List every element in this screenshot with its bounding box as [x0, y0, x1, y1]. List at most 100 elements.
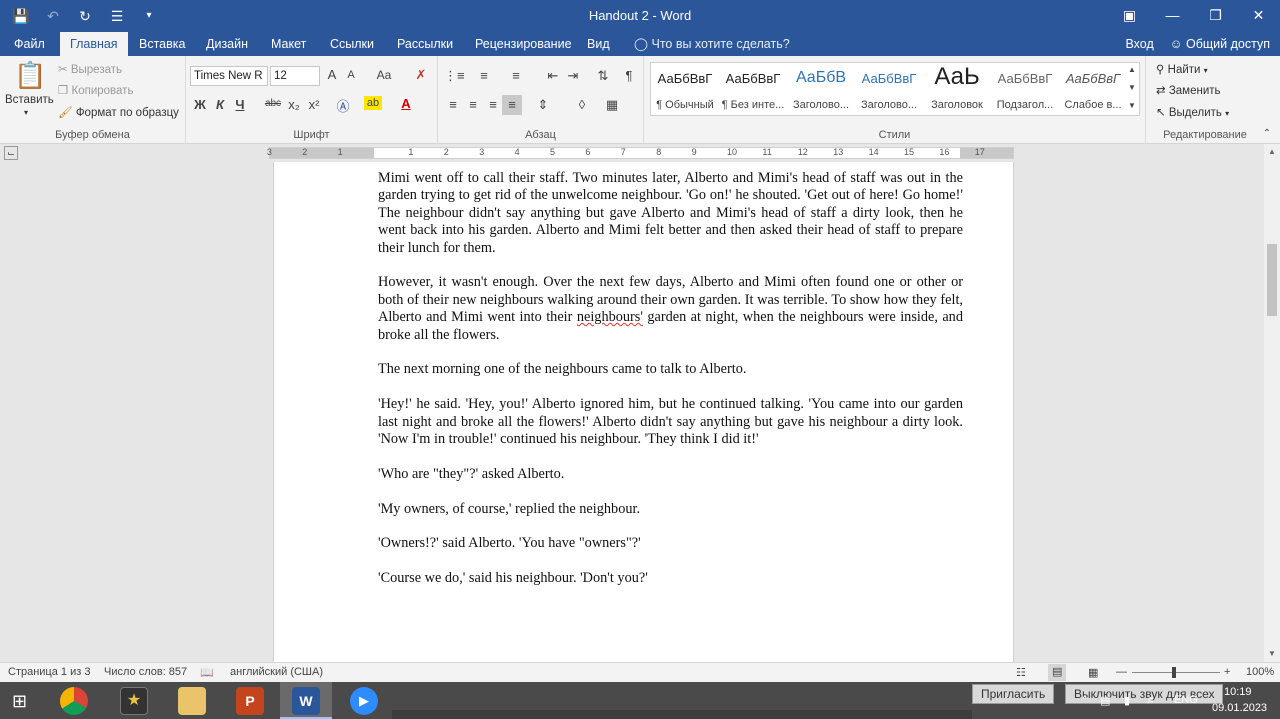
tab-layout[interactable]: Макет: [261, 32, 316, 56]
zoom-slider[interactable]: [1132, 672, 1220, 673]
tab-view[interactable]: Вид: [577, 32, 620, 56]
justify-icon[interactable]: ≡: [502, 95, 522, 115]
word-count[interactable]: Число слов: 857: [104, 666, 187, 678]
zoom-out-icon[interactable]: —: [1116, 666, 1127, 678]
subscript-button[interactable]: x₂: [286, 97, 302, 112]
paragraph[interactable]: However, it wasn't enough. Over the next…: [378, 274, 963, 344]
style-heading-1[interactable]: АаБбВ Заголово...: [787, 63, 855, 117]
grow-font-button[interactable]: A: [324, 67, 340, 82]
borders-icon[interactable]: ▦: [602, 97, 622, 113]
underline-button[interactable]: Ч: [232, 97, 248, 112]
zoom-slider-thumb[interactable]: [1172, 667, 1176, 678]
zoom-in-icon[interactable]: +: [1224, 666, 1230, 678]
tab-design[interactable]: Дизайн: [196, 32, 258, 56]
superscript-button[interactable]: x²: [306, 97, 322, 112]
italic-button[interactable]: К: [212, 97, 228, 112]
shading-icon[interactable]: ◊: [572, 97, 592, 112]
sort-icon[interactable]: ⇅: [594, 68, 612, 84]
style-heading-2[interactable]: АаБбВвГ Заголово...: [855, 63, 923, 117]
increase-indent-icon[interactable]: ⇥: [564, 68, 582, 84]
language-indicator[interactable]: английский (США): [230, 666, 323, 678]
styles-scroll-up-icon[interactable]: ▲: [1125, 65, 1139, 74]
paragraph[interactable]: 'Who are "they"?' asked Alberto.: [378, 466, 963, 483]
highlight-icon[interactable]: ab: [364, 96, 382, 110]
taskbar-app-star[interactable]: ★: [108, 682, 160, 719]
tab-review[interactable]: Рецензирование: [465, 32, 582, 56]
tab-home[interactable]: Главная: [60, 32, 128, 56]
select-dropdown-icon[interactable]: ▾: [1225, 109, 1229, 118]
strikethrough-button[interactable]: abc: [262, 98, 284, 109]
tell-me-search[interactable]: ◯ Что вы хотите сделать?: [634, 32, 790, 56]
share-button[interactable]: ☺ Общий доступ: [1170, 32, 1270, 56]
style-subtitle[interactable]: АаБбВвГ Подзагол...: [991, 63, 1059, 117]
line-spacing-icon[interactable]: ⇕: [532, 97, 554, 113]
paragraph[interactable]: Mimi went off to call their staff. Two m…: [378, 170, 963, 257]
taskbar-zoom[interactable]: ▶: [338, 682, 390, 719]
vertical-scrollbar[interactable]: ▲ ▼: [1264, 144, 1280, 662]
proofing-icon[interactable]: 📖: [200, 666, 214, 679]
paste-icon[interactable]: 📋: [14, 60, 46, 92]
battery-icon[interactable]: ▮: [1124, 694, 1130, 707]
spelling-error[interactable]: neighbours': [577, 309, 643, 325]
scroll-up-icon[interactable]: ▲: [1264, 144, 1280, 160]
replace-button[interactable]: Заменить: [1169, 85, 1221, 97]
style-subtle-emphasis[interactable]: АаБбВвГ Слабое в...: [1059, 63, 1127, 117]
multilevel-list-icon[interactable]: ≡: [506, 68, 526, 83]
network-icon[interactable]: ▤: [1100, 694, 1110, 707]
ribbon-display-icon[interactable]: ▣: [1108, 0, 1151, 30]
select-button[interactable]: Выделить: [1169, 107, 1222, 119]
taskbar-chrome[interactable]: [48, 682, 100, 719]
web-layout-icon[interactable]: ▦: [1088, 666, 1098, 679]
volume-icon[interactable]: ♬: [1146, 694, 1157, 706]
tab-insert[interactable]: Вставка: [129, 32, 195, 56]
read-mode-icon[interactable]: ☷: [1016, 666, 1026, 679]
styles-more-icon[interactable]: ▼: [1125, 101, 1139, 110]
document-body[interactable]: Mimi went off to call their staff. Two m…: [378, 170, 963, 605]
find-button[interactable]: Найти: [1168, 64, 1201, 76]
taskbar-powerpoint[interactable]: P: [224, 682, 276, 719]
language-tray[interactable]: ENG: [1174, 694, 1198, 706]
invite-button[interactable]: Пригласить: [972, 684, 1055, 704]
close-icon[interactable]: ✕: [1237, 0, 1280, 30]
print-layout-icon[interactable]: ▤: [1048, 664, 1067, 681]
change-case-button[interactable]: Aa: [372, 68, 396, 82]
align-right-icon[interactable]: ≡: [484, 97, 502, 112]
cut-button[interactable]: Вырезать: [71, 64, 122, 76]
font-color-icon[interactable]: A: [398, 96, 414, 111]
scrollbar-thumb[interactable]: [1267, 244, 1277, 316]
format-painter-button[interactable]: Формат по образцу: [76, 107, 179, 119]
copy-button[interactable]: Копировать: [72, 85, 134, 97]
paste-dropdown-icon[interactable]: ▾: [24, 108, 28, 117]
text-effects-icon[interactable]: Ⓐ: [334, 96, 352, 115]
shrink-font-button[interactable]: A: [344, 69, 358, 81]
font-name-combo[interactable]: Times New R: [190, 66, 268, 86]
numbering-icon[interactable]: ≡: [474, 68, 494, 83]
collapse-ribbon-icon[interactable]: ⌃: [1260, 128, 1274, 139]
start-button[interactable]: ⊞: [0, 682, 52, 719]
clock-date[interactable]: 09.01.2023: [1212, 702, 1267, 714]
styles-scroll-down-icon[interactable]: ▼: [1125, 83, 1139, 92]
style-no-spacing[interactable]: АаБбВвГ ¶ Без инте...: [719, 63, 787, 117]
tab-selector-icon[interactable]: ⌙: [4, 146, 18, 160]
paragraph[interactable]: The next morning one of the neighbours c…: [378, 361, 963, 378]
decrease-indent-icon[interactable]: ⇤: [544, 68, 562, 84]
maximize-icon[interactable]: ❐: [1194, 0, 1237, 30]
style-normal[interactable]: АаБбВвГ ¶ Обычный: [651, 63, 719, 117]
signin-link[interactable]: Вход: [1125, 32, 1153, 56]
font-size-combo[interactable]: 12: [270, 66, 320, 86]
align-center-icon[interactable]: ≡: [464, 97, 482, 112]
taskbar-word[interactable]: W: [280, 682, 332, 719]
zoom-level[interactable]: 100%: [1246, 666, 1274, 678]
tab-mailings[interactable]: Рассылки: [387, 32, 463, 56]
clock-time[interactable]: 10:19: [1224, 686, 1252, 698]
scroll-down-icon[interactable]: ▼: [1264, 646, 1280, 662]
document-page[interactable]: Mimi went off to call their staff. Two m…: [273, 162, 1014, 662]
page-count[interactable]: Страница 1 из 3: [8, 666, 90, 678]
tab-file[interactable]: Файл: [4, 32, 55, 56]
clear-format-icon[interactable]: ✗: [412, 67, 430, 83]
bold-button[interactable]: Ж: [192, 97, 208, 112]
tab-references[interactable]: Ссылки: [320, 32, 384, 56]
taskbar-explorer[interactable]: [166, 682, 218, 719]
paragraph[interactable]: 'Hey!' he said. 'Hey, you!' Alberto igno…: [378, 396, 963, 448]
pilcrow-icon[interactable]: ¶: [622, 68, 636, 83]
